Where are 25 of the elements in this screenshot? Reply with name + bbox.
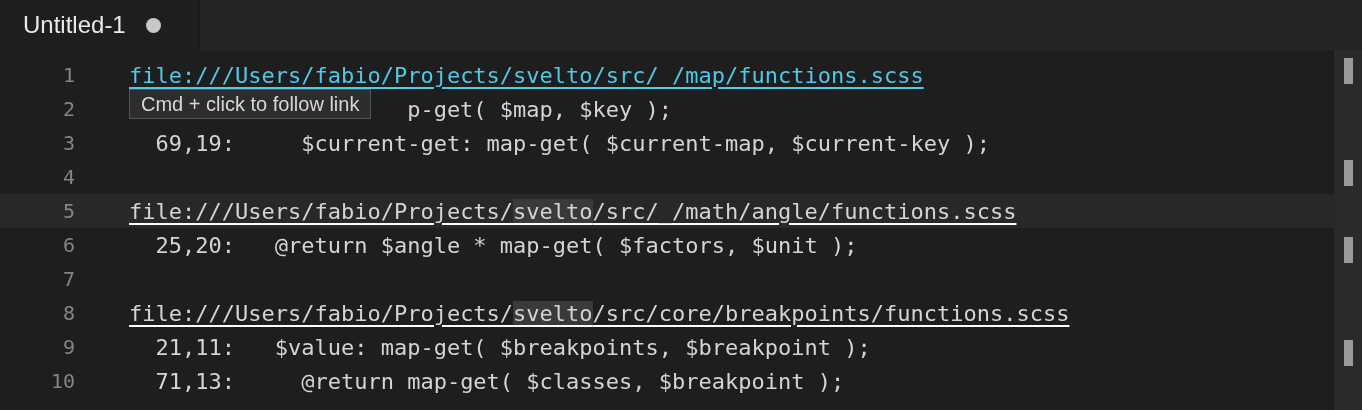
editor-tab[interactable]: Untitled-1 xyxy=(0,0,200,50)
code-line: 21,11: $value: map-get( $breakpoints, $breakpoint ); xyxy=(154,334,871,360)
ruler-mark-icon xyxy=(1344,237,1353,263)
file-link[interactable]: file:///Users/fabio/Projects/svelto/src/_/math/angle/functions.scss xyxy=(129,198,1017,224)
file-link[interactable]: file:///Users/fabio/Projects/svelto/src/_/map/functions.scss xyxy=(129,62,924,88)
line-number: 9 xyxy=(61,335,75,359)
line-number: 2 xyxy=(61,97,75,121)
line-number: 7 xyxy=(61,267,75,291)
ruler-mark-icon xyxy=(1344,160,1353,186)
tooltip: Cmd + click to follow link xyxy=(129,89,372,119)
line-number: 6 xyxy=(61,233,75,257)
line-number: 5 xyxy=(61,199,75,223)
unsaved-dot-icon xyxy=(145,17,161,33)
file-link[interactable]: file:///Users/fabio/Projects/svelto/src/core/breakpoints/functions.scss xyxy=(129,300,1070,326)
ruler-mark-icon xyxy=(1344,58,1353,84)
line-number: 3 xyxy=(61,131,75,155)
code-line: 25,20: @return $angle * map-get( $factors, $unit ); xyxy=(154,232,858,258)
code-line: 69,19: $current-get: map-get( $current-map, $current-key ); xyxy=(154,130,990,156)
line-number: 8 xyxy=(61,301,75,325)
line-number: 10 xyxy=(49,369,75,393)
ruler-mark-icon xyxy=(1344,340,1353,366)
line-number: 4 xyxy=(61,165,75,189)
code-line: 71,13: @return map-get( $classes, $breakpoint ); xyxy=(154,368,845,394)
line-number: 1 xyxy=(61,63,75,87)
code-line: p-get( $map, $key ); xyxy=(407,96,673,122)
